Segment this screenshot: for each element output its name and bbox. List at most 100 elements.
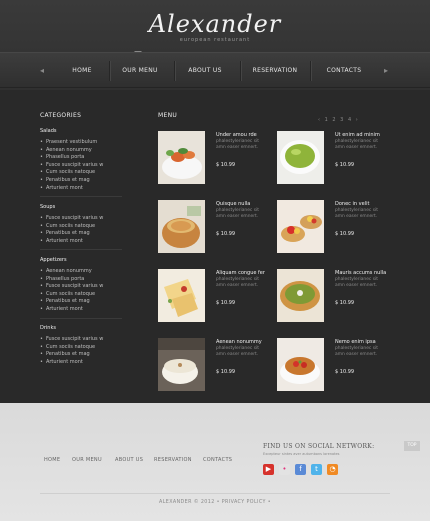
category-link[interactable]: Fusce suscipit varius w <box>40 162 130 170</box>
rss-icon[interactable]: ◔ <box>327 464 338 475</box>
category-link[interactable]: Penatibus et mag <box>40 298 130 306</box>
dish-description: phalestylerianec sit amn easer emnert. <box>216 208 259 219</box>
category-link[interactable]: Penatibus et mag <box>40 230 130 238</box>
dish-card: Under amou rde phalestylerianec sit amn … <box>158 131 268 191</box>
category-link[interactable]: Fusce suscipit varius w <box>40 283 130 291</box>
pager-next-icon[interactable]: › <box>356 117 358 123</box>
dish-description: phalestylerianec sit amn easer emnert. <box>335 277 378 288</box>
nav-divider <box>174 61 175 81</box>
dish-description: phalestylerianec sit amn easer emnert. <box>216 277 259 288</box>
dish-description: phalestylerianec sit amn easer emnert. <box>216 139 259 150</box>
dish-photo-bruschetta[interactable] <box>277 338 324 391</box>
category-divider <box>40 249 122 250</box>
category-link[interactable]: Arturient mont <box>40 185 130 193</box>
nav-item-about-us[interactable]: ABOUT US <box>178 53 232 89</box>
dish-photo-shrimp[interactable] <box>158 131 205 184</box>
dish-photo-crepes[interactable] <box>158 269 205 322</box>
category-soups: Soups Fusce suscipit varius w Cum sociis… <box>40 204 130 245</box>
dish-name[interactable]: Nemo enim ipsa <box>335 339 376 345</box>
dish-card: Aliquam congue fer phalestylerianec sit … <box>158 269 268 329</box>
dish-price: $ 10.99 <box>216 369 236 375</box>
dish-price: $ 10.99 <box>335 162 355 168</box>
footer-link-home[interactable]: HOME <box>44 457 60 463</box>
main-nav: ◂ HOME OUR MENU ABOUT US RESERVATION CON… <box>0 52 430 88</box>
nav-left-arrow-icon: ◂ <box>40 66 45 75</box>
dish-card: Donec in velit phalestylerianec sit amn … <box>277 200 387 260</box>
category-list: Praesent vestibulum Aenean nonummy Phase… <box>40 139 130 192</box>
youtube-icon[interactable]: ▶ <box>263 464 274 475</box>
category-link[interactable]: Fusce suscipit varius w <box>40 215 130 223</box>
pager-page[interactable]: 4 <box>348 117 351 123</box>
twitter-icon[interactable]: t <box>311 464 322 475</box>
header: Alexander european restaurant ◂ HOME OUR… <box>0 0 430 90</box>
nav-item-contacts[interactable]: CONTACTS <box>316 53 372 89</box>
pager-page[interactable]: 2 <box>332 117 335 123</box>
footer-divider <box>40 493 390 494</box>
flickr-icon[interactable]: • <box>279 464 290 475</box>
category-link[interactable]: Arturient mont <box>40 306 130 314</box>
footer-link-contacts[interactable]: CONTACTS <box>203 457 232 463</box>
category-heading: Salads <box>40 128 57 134</box>
nav-right-arrow-icon: ▸ <box>384 66 389 75</box>
nav-divider <box>310 61 311 81</box>
category-salads: Salads Praesent vestibulum Aenean nonumm… <box>40 128 130 192</box>
category-heading: Soups <box>40 204 56 210</box>
logo[interactable]: Alexander european restaurant <box>0 10 430 43</box>
footer-link-our-menu[interactable]: OUR MENU <box>72 457 102 463</box>
nav-item-our-menu[interactable]: OUR MENU <box>114 53 166 89</box>
dish-name[interactable]: Quisque nulla <box>216 201 250 207</box>
dish-name[interactable]: Aliquam congue fer <box>216 270 265 276</box>
dish-price: $ 10.99 <box>216 231 236 237</box>
dish-photo-cream-soup[interactable] <box>158 338 205 391</box>
category-link[interactable]: Cum sociis natoque <box>40 223 130 231</box>
dish-price: $ 10.99 <box>335 300 355 306</box>
footer-link-reservation[interactable]: RESERVATION <box>154 457 192 463</box>
social-title: FIND US ON SOCIAL NETWORK: <box>263 443 375 450</box>
dish-name[interactable]: Mauris accums nulla <box>335 270 386 276</box>
pager-prev-icon[interactable]: ‹ <box>318 117 320 123</box>
dish-photo-tartlets[interactable] <box>277 200 324 253</box>
pagination: ‹ 1 2 3 4 › <box>318 117 361 123</box>
category-link[interactable]: Fusce suscipit varius w <box>40 336 130 344</box>
nav-item-home[interactable]: HOME <box>60 53 104 89</box>
category-link[interactable]: Praesent vestibulum <box>40 139 130 147</box>
category-link[interactable]: Arturient mont <box>40 238 130 246</box>
pager-page[interactable]: 3 <box>340 117 343 123</box>
category-link[interactable]: Cum sociis natoque <box>40 344 130 352</box>
dish-name[interactable]: Ut enim ad minim <box>335 132 380 138</box>
dish-photo-pea-soup[interactable] <box>277 269 324 322</box>
category-link[interactable]: Cum sociis natoque <box>40 291 130 299</box>
nav-item-reservation[interactable]: RESERVATION <box>244 53 306 89</box>
dish-price: $ 10.99 <box>216 162 236 168</box>
facebook-icon[interactable]: f <box>295 464 306 475</box>
dish-photo-bread-bowl[interactable] <box>158 200 205 253</box>
copyright: ALEXANDER © 2012 • PRIVACY POLICY • <box>159 500 271 505</box>
dish-description: phalestylerianec sit amn easer emnert. <box>335 346 378 357</box>
footer: HOME OUR MENU ABOUT US RESERVATION CONTA… <box>0 403 430 521</box>
dish-card: Nemo enim ipsa phalestylerianec sit amn … <box>277 338 387 398</box>
nav-divider <box>109 61 110 81</box>
category-link[interactable]: Aenean nonummy <box>40 268 130 276</box>
category-link[interactable]: Arturient mont <box>40 359 130 367</box>
dish-price: $ 10.99 <box>335 231 355 237</box>
category-list: Fusce suscipit varius w Cum sociis natoq… <box>40 336 130 366</box>
back-to-top-button[interactable]: TOP <box>404 441 420 451</box>
pager-page[interactable]: 1 <box>325 117 328 123</box>
category-link[interactable]: Phasellus porta <box>40 276 130 284</box>
footer-link-about-us[interactable]: ABOUT US <box>115 457 143 463</box>
dish-photo-green-soup[interactable] <box>277 131 324 184</box>
category-divider <box>40 196 122 197</box>
category-link[interactable]: Aenean nonummy <box>40 147 130 155</box>
social-subtitle: Excepteur sintes aver autumbons lorenote… <box>263 452 340 456</box>
category-divider <box>40 318 122 319</box>
category-link[interactable]: Penatibus et mag <box>40 351 130 359</box>
dish-name[interactable]: Under amou rde <box>216 132 257 138</box>
category-link[interactable]: Phasellus porta <box>40 154 130 162</box>
dish-description: phalestylerianec sit amn easer emnert. <box>216 346 259 357</box>
category-link[interactable]: Penatibus et mag <box>40 177 130 185</box>
dish-name[interactable]: Aenean nonummy <box>216 339 262 345</box>
logo-tagline: european restaurant <box>179 37 251 43</box>
dish-card: Aenean nonummy phalestylerianec sit amn … <box>158 338 268 398</box>
category-link[interactable]: Cum sociis natoque <box>40 169 130 177</box>
dish-name[interactable]: Donec in velit <box>335 201 369 207</box>
